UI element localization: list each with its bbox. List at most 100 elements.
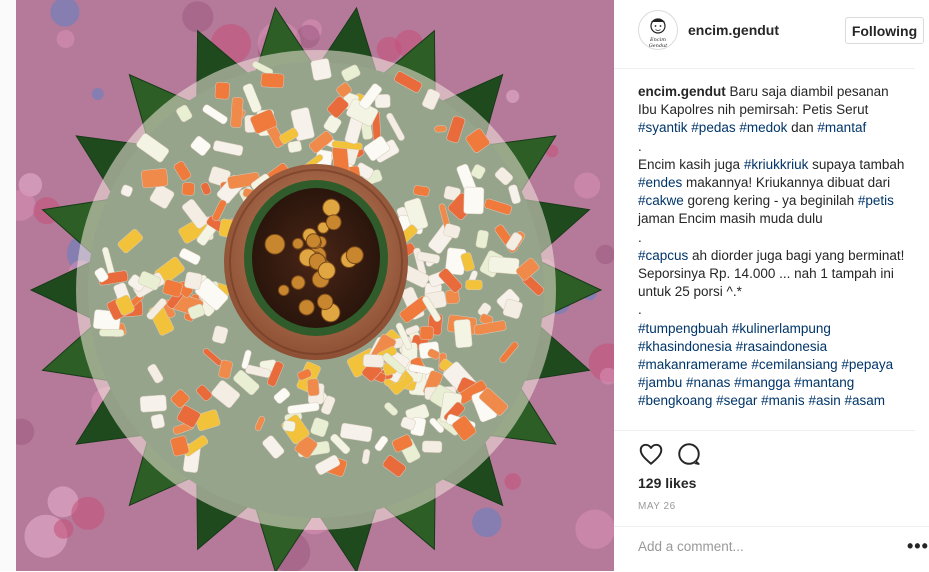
username-link[interactable]: encim.gendut xyxy=(688,22,779,38)
comment-icon[interactable] xyxy=(676,441,702,467)
cakwe-piece xyxy=(325,214,342,231)
heart-icon[interactable] xyxy=(638,441,664,467)
cakwe-piece xyxy=(322,198,341,217)
fruit-slice xyxy=(184,271,203,290)
fruit-slice xyxy=(422,440,443,453)
comment-input[interactable] xyxy=(638,539,878,554)
post-date[interactable]: MAY 26 xyxy=(638,501,676,512)
fruit-slice xyxy=(445,289,460,305)
more-options-icon[interactable]: ••• xyxy=(907,537,929,555)
caption-text: jaman Encim masih muda dulu xyxy=(638,211,823,227)
hashtag-link[interactable]: #tumpengbuah xyxy=(638,321,728,336)
tablecloth-flower xyxy=(56,30,75,49)
cakwe-piece xyxy=(316,293,334,310)
cakwe-piece xyxy=(290,275,306,290)
fruit-slice xyxy=(306,378,320,397)
caption-paragraph: Encim kasih juga #kriukkriuk supaya tamb… xyxy=(638,156,910,229)
hashtag-link[interactable]: #segar xyxy=(716,393,757,408)
fruit-slice xyxy=(419,326,434,341)
hashtag-link[interactable]: #mantang xyxy=(794,375,854,390)
post-sidebar: Encim Gendut encim.gendut Following enci… xyxy=(614,0,929,571)
fruit-slice xyxy=(488,256,520,275)
avatar-logo-text: Encim Gendut xyxy=(648,37,668,49)
hashtag-link[interactable]: #pedas xyxy=(691,120,735,135)
fruit-slice xyxy=(463,186,485,215)
caption-username-link[interactable]: encim.gendut xyxy=(638,84,726,99)
fruit-slice xyxy=(287,140,302,153)
tablecloth-flower xyxy=(574,172,601,199)
caption-text: supaya tambah xyxy=(808,156,905,172)
tablecloth-flower xyxy=(504,473,522,490)
fruit-slice xyxy=(434,125,447,133)
caption-paragraph: . xyxy=(638,138,910,156)
fruit-slice xyxy=(310,58,332,81)
hashtag-link[interactable]: #manis xyxy=(761,393,805,408)
page-margin xyxy=(0,0,16,571)
cakwe-piece xyxy=(298,299,315,316)
hashtag-link[interactable]: #kriukkriuk xyxy=(744,157,809,172)
hashtag-link[interactable]: #petis xyxy=(858,193,894,208)
tablecloth-flower xyxy=(472,507,502,538)
hashtag-link[interactable]: #syantik xyxy=(638,120,688,135)
hashtag-link[interactable]: #nanas xyxy=(686,375,730,390)
hashtag-link[interactable]: #jambu xyxy=(638,375,682,390)
hashtag-link[interactable]: #asin xyxy=(808,393,840,408)
caption-paragraph: . xyxy=(638,301,910,319)
post-photo[interactable] xyxy=(16,0,614,571)
fruit-slice xyxy=(214,81,231,100)
caption-text: . xyxy=(638,302,642,318)
post-actions: 129 likes MAY 26 xyxy=(614,430,915,541)
fruit-slice xyxy=(181,182,195,196)
hashtag-link[interactable]: #mantaf xyxy=(817,120,866,135)
fruit-slice xyxy=(453,319,473,349)
fruit-slice xyxy=(99,328,125,337)
fruit-slice xyxy=(150,413,165,429)
tablecloth-flower xyxy=(71,496,105,530)
cakwe-piece xyxy=(345,246,364,265)
hashtag-link[interactable]: #khasindonesia xyxy=(638,339,732,354)
cakwe-piece xyxy=(292,237,304,250)
hashtag-link[interactable]: #endes xyxy=(638,175,682,190)
hashtag-link[interactable]: #pepaya xyxy=(841,357,893,372)
hashtag-link[interactable]: #medok xyxy=(739,120,787,135)
caption-text: dan xyxy=(787,120,818,136)
hashtag-link[interactable]: #kulinerlampung xyxy=(732,321,831,336)
hashtag-link[interactable]: #capcus xyxy=(638,248,688,263)
tablecloth-flower xyxy=(506,89,520,103)
caption-paragraph: #tumpengbuah #kulinerlampung #khasindone… xyxy=(638,320,910,411)
caption-paragraph: encim.gendut Baru saja diambil pesanan I… xyxy=(638,83,910,138)
following-button[interactable]: Following xyxy=(845,17,924,44)
cakwe-piece xyxy=(305,233,322,249)
fruit-slice xyxy=(362,354,385,368)
cakwe-piece xyxy=(277,284,290,297)
fruit-slice xyxy=(260,72,285,89)
caption-text: . xyxy=(638,229,642,245)
hashtag-link[interactable]: #cakwe xyxy=(638,193,684,208)
fruit-slice xyxy=(139,394,167,413)
cakwe-piece xyxy=(264,233,286,255)
tablecloth-flower xyxy=(182,1,214,33)
tablecloth-flower xyxy=(53,519,74,539)
hashtag-link[interactable]: #bengkoang xyxy=(638,393,712,408)
cakwe-piece xyxy=(317,261,336,280)
hashtag-link[interactable]: #asam xyxy=(844,393,885,408)
post-caption: encim.gendut Baru saja diambil pesanan I… xyxy=(638,83,910,411)
hashtag-link[interactable]: #cemilansiang xyxy=(751,357,837,372)
hashtag-link[interactable]: #rasaindonesia xyxy=(736,339,828,354)
hashtag-link[interactable]: #mangga xyxy=(734,375,790,390)
caption-text: makannya! Kriukannya dibuat dari xyxy=(682,175,891,191)
hashtag-link[interactable]: #makanramerame xyxy=(638,357,748,372)
avatar[interactable]: Encim Gendut xyxy=(638,10,678,50)
tablecloth-flower xyxy=(376,36,402,62)
caption-text: . xyxy=(638,138,642,154)
caption-text: Encim kasih juga xyxy=(638,156,744,172)
caption-paragraph: #capcus ah diorder juga bagi yang bermin… xyxy=(638,247,910,302)
fruit-slice xyxy=(230,96,244,128)
fruit-slice xyxy=(282,420,296,432)
caption-text: goreng kering - ya beginilah xyxy=(683,193,858,209)
post-header: Encim Gendut encim.gendut Following xyxy=(614,0,924,69)
tablecloth-flower xyxy=(575,509,614,549)
tablecloth-flower xyxy=(91,87,104,100)
fruit-slice xyxy=(141,168,169,189)
likes-count[interactable]: 129 likes xyxy=(638,475,696,491)
